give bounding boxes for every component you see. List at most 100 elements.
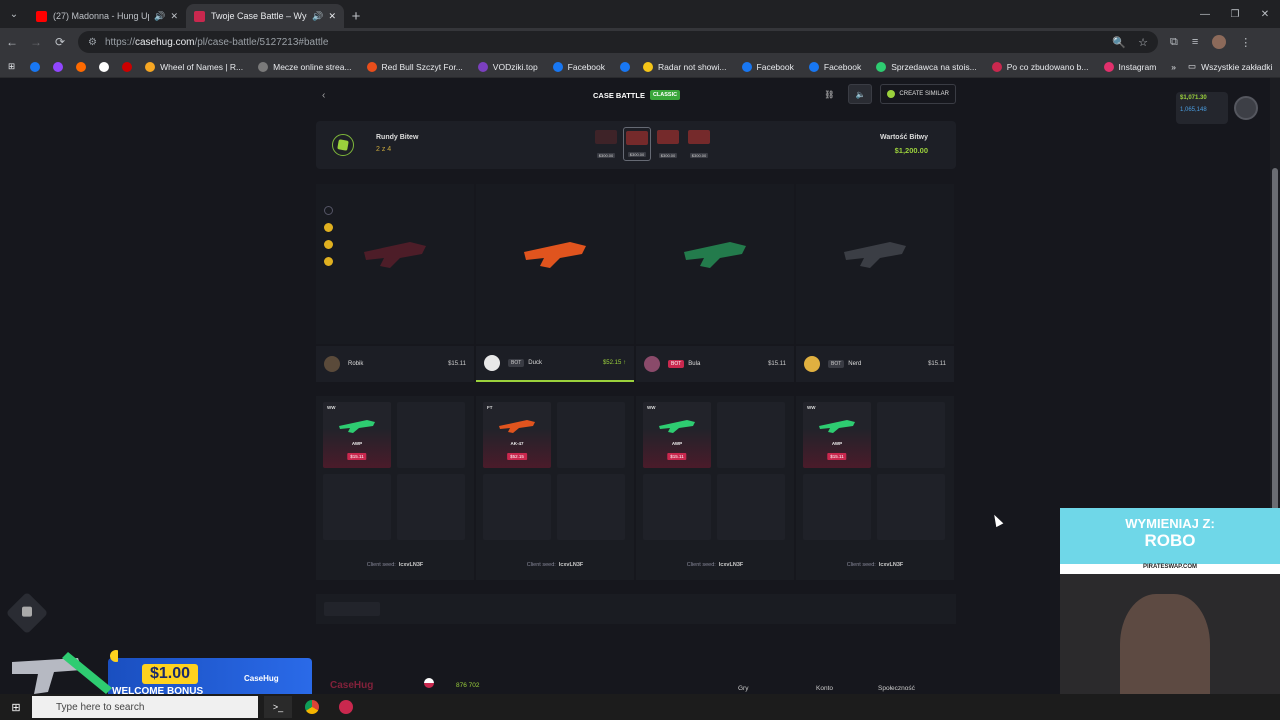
back-button[interactable]: ←	[0, 35, 24, 49]
link-icon[interactable]: ⛓	[818, 84, 840, 104]
bookmark-item[interactable]: Sprzedawca na stois...	[876, 61, 977, 72]
tab-search-icon[interactable]: ⌄	[0, 0, 28, 28]
user-avatar[interactable]	[1234, 96, 1258, 120]
bookmark-item[interactable]: VODziki.top	[477, 61, 538, 72]
item-image	[819, 420, 855, 433]
sound-toggle-icon[interactable]: 🔈	[848, 84, 873, 104]
footer-logo[interactable]: CaseHug	[330, 680, 373, 691]
tab-casehug[interactable]: Twoje Case Battle – Wygry 🔊 ✕	[186, 4, 344, 28]
emoji-icon[interactable]	[324, 257, 333, 266]
case-thumb[interactable]: $300.00	[654, 127, 682, 161]
app-icon[interactable]	[332, 696, 360, 718]
player-card[interactable]: BOT Duck $52.15 ↑	[476, 346, 634, 382]
bookmark-favicon-icon	[76, 61, 87, 72]
player-card[interactable]: BOT Nerd $15.11	[796, 346, 954, 382]
close-window-button[interactable]: ✕	[1250, 0, 1280, 28]
zoom-icon[interactable]: 🔍	[1112, 36, 1126, 49]
bookmark-item[interactable]: Po co zbudowano b...	[991, 61, 1089, 72]
close-tab-icon[interactable]: ✕	[170, 11, 178, 22]
bookmark-item[interactable]	[99, 61, 114, 72]
balance-widget[interactable]: $1,071.30 1,065,148	[1176, 92, 1228, 124]
weapon-image	[524, 242, 586, 268]
terminal-icon[interactable]: >_	[264, 696, 292, 718]
chat-button[interactable]	[5, 591, 49, 635]
bookmark-item[interactable]: Instagram	[1103, 61, 1156, 72]
all-bookmarks-folder[interactable]: ▭ Wszystkie zakładki	[1188, 61, 1272, 72]
promo-amount: $1.00	[142, 664, 199, 684]
taskbar-search[interactable]: Type here to search	[32, 696, 258, 718]
bookmark-item[interactable]: Wheel of Names | R...	[145, 61, 243, 72]
case-thumb[interactable]: $300.00	[623, 127, 651, 161]
dropped-item[interactable]: WW AWP $15.11	[803, 402, 871, 468]
more-bookmarks-icon[interactable]: »	[1171, 62, 1176, 72]
media-control-icon[interactable]: ≡	[1192, 36, 1198, 48]
promo-brand: CaseHug	[244, 674, 279, 683]
bookmark-item[interactable]	[620, 61, 635, 72]
folder-icon: ▭	[1188, 61, 1197, 71]
client-seed-value: lcxvLN3F	[718, 562, 744, 568]
address-bar[interactable]: ⚙ https://casehug.com/pl/case-battle/512…	[78, 31, 1158, 53]
bookmark-item[interactable]: Facebook	[552, 61, 605, 72]
verify-button[interactable]	[324, 602, 380, 616]
bookmark-star-icon[interactable]: ☆	[1138, 36, 1148, 49]
new-tab-button[interactable]: +	[344, 4, 368, 28]
bookmark-item[interactable]	[53, 61, 68, 72]
case-price: $300.00	[689, 153, 709, 158]
bookmark-item[interactable]: Facebook	[808, 61, 861, 72]
bookmark-item[interactable]	[122, 61, 137, 72]
tab-title: Twoje Case Battle – Wygry	[211, 11, 307, 21]
dropped-item[interactable]: FT AK-47 $52.15	[483, 402, 551, 468]
case-strip: $300.00 $300.00 $300.00 $300.00	[592, 127, 713, 161]
bookmark-item[interactable]	[30, 61, 45, 72]
empty-slot	[877, 474, 945, 540]
dropped-item[interactable]: WW AWP $15.11	[643, 402, 711, 468]
bookmark-item[interactable]: Mecze online strea...	[258, 61, 352, 72]
tab-madonna[interactable]: (27) Madonna - Hung Up ( 🔊 ✕	[28, 4, 186, 28]
audio-icon[interactable]: 🔊	[154, 11, 165, 22]
player-avatar	[644, 356, 660, 372]
chrome-icon[interactable]	[298, 696, 326, 718]
item-wear: FT	[487, 405, 493, 410]
flag-icon[interactable]	[424, 678, 434, 688]
back-arrow-icon[interactable]: ‹	[322, 90, 342, 101]
bookmark-item[interactable]: Red Bull Szczyt For...	[366, 61, 463, 72]
bookmark-favicon-icon	[30, 61, 41, 72]
create-similar-button[interactable]: CREATE SIMILAR	[880, 84, 956, 104]
item-price: $52.15	[507, 453, 527, 460]
reload-button[interactable]: ⟳	[48, 35, 72, 49]
player-card[interactable]: Robik $15.11	[316, 346, 474, 382]
close-tab-icon[interactable]: ✕	[328, 11, 336, 22]
client-seed: Client seed: lcxvLN3F	[476, 550, 634, 580]
emoji-icon[interactable]	[324, 223, 333, 232]
emoji-reactions	[324, 206, 333, 266]
dropped-item[interactable]: WW AWP $15.11	[323, 402, 391, 468]
battle-title-text: CASE BATTLE	[593, 90, 645, 100]
windows-start-icon[interactable]: ⊞	[0, 701, 32, 714]
bookmark-item[interactable]: Facebook	[741, 61, 794, 72]
emoji-picker-icon[interactable]	[324, 206, 333, 215]
footer-link-games[interactable]: Gry	[738, 685, 748, 692]
forward-button[interactable]: →	[24, 35, 48, 49]
battle-header: ‹ CASE BATTLE CLASSIC ⛓ 🔈 CREATE SIMILAR	[316, 78, 956, 112]
apps-icon[interactable]: ⊞	[8, 61, 15, 72]
extensions-icon[interactable]: ⧉	[1170, 36, 1178, 49]
bookmark-label: Po co zbudowano b...	[1006, 61, 1089, 72]
profile-avatar[interactable]	[1212, 35, 1227, 49]
case-price: $300.00	[658, 153, 678, 158]
site-info-icon[interactable]: ⚙	[88, 37, 97, 48]
chrome-menu-icon[interactable]: ⋮	[1240, 36, 1251, 49]
all-bookmarks-label: Wszystkie zakładki	[1201, 61, 1273, 72]
audio-icon[interactable]: 🔊	[312, 11, 323, 22]
footer-link-account[interactable]: Konto	[816, 685, 833, 692]
restore-button[interactable]: ❐	[1220, 0, 1250, 28]
emoji-icon[interactable]	[324, 240, 333, 249]
bookmark-item[interactable]	[76, 61, 91, 72]
bookmark-item[interactable]: Radar not showi...	[643, 61, 727, 72]
minimize-button[interactable]: —	[1190, 0, 1220, 28]
case-thumb[interactable]: $300.00	[592, 127, 620, 161]
footer-link-community[interactable]: Społeczność	[878, 685, 915, 692]
bot-badge: BOT	[828, 360, 845, 368]
bookmark-favicon-icon	[53, 61, 64, 72]
player-card[interactable]: BOT Bula $15.11	[636, 346, 794, 382]
case-thumb[interactable]: $300.00	[685, 127, 713, 161]
